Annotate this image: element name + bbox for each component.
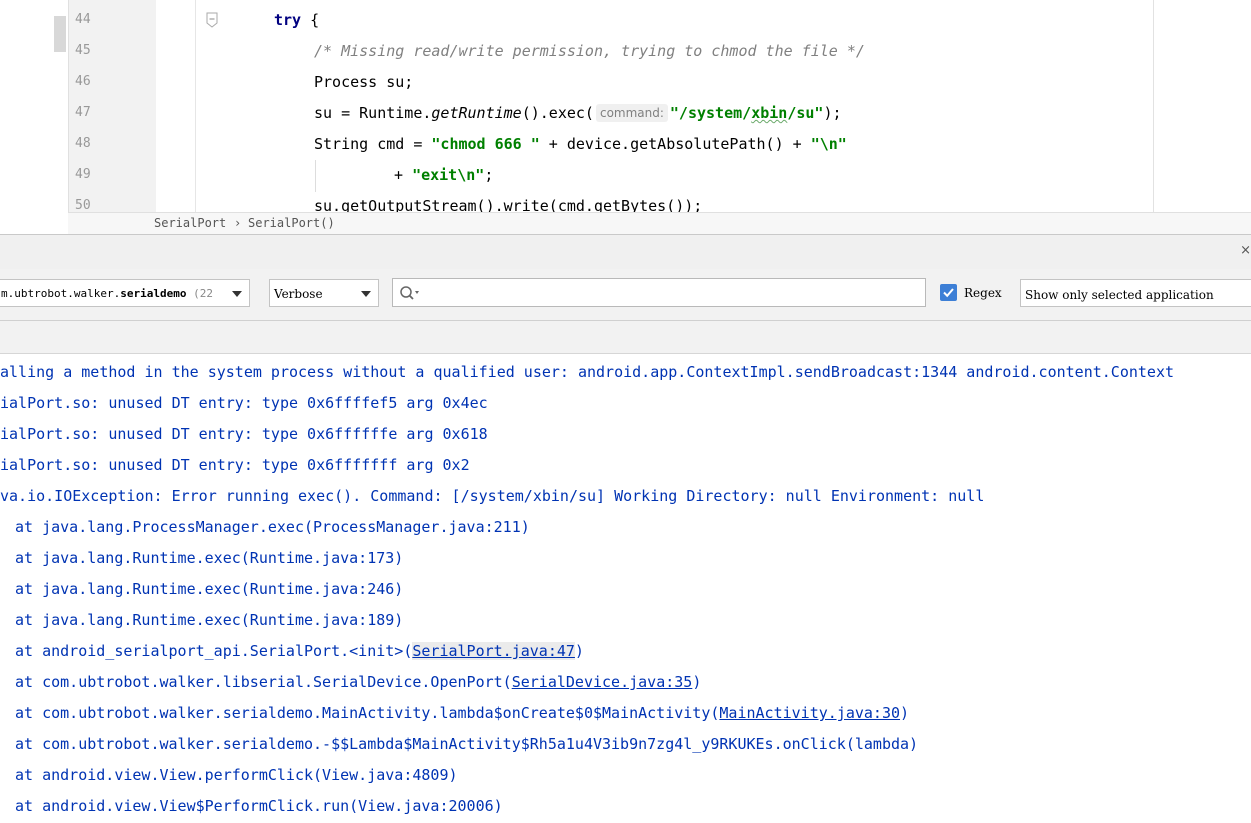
code-line-46: Process su; — [314, 73, 414, 91]
code-editor[interactable]: 44 45 46 47 48 49 50 try { /* Missing re… — [0, 0, 1251, 234]
stack-frame: at java.lang.Runtime.exec(Runtime.java:1… — [15, 611, 404, 629]
process-name: m.ubtrobot.walker.serialdemo (22 — [1, 287, 213, 300]
line-number: 46 — [75, 74, 91, 89]
stack-frame: at android.view.View$PerformClick.run(Vi… — [15, 797, 503, 815]
stack-frame: at java.lang.Runtime.exec(Runtime.java:1… — [15, 549, 404, 567]
breadcrumb: SerialPort › SerialPort() — [68, 212, 1251, 234]
log-line: ialPort.so: unused DT entry: type 0x6fff… — [0, 394, 488, 412]
line-number: 49 — [75, 167, 91, 182]
code-line-48: String cmd = "chmod 666 " + device.getAb… — [314, 135, 847, 153]
line-number: 44 — [75, 12, 91, 27]
stack-frame: at java.lang.Runtime.exec(Runtime.java:2… — [15, 580, 404, 598]
log-level-value: Verbose — [274, 287, 323, 301]
breadcrumb-class[interactable]: SerialPort — [154, 216, 226, 230]
code-line-47: su = Runtime.getRuntime().exec(command: "… — [314, 104, 842, 122]
breadcrumb-method[interactable]: SerialPort() — [248, 216, 335, 230]
code-area[interactable]: try { /* Missing read/write permission, … — [155, 0, 1155, 215]
stack-frame: at android.view.View.performClick(View.j… — [15, 766, 458, 784]
filter-selector[interactable]: Show only selected application — [1020, 279, 1251, 307]
breadcrumb-separator: › — [234, 216, 242, 230]
log-line: alling a method in the system process wi… — [0, 363, 1174, 381]
current-line-marker — [54, 16, 66, 52]
search-input[interactable] — [425, 282, 919, 304]
stack-frame: at android_serialport_api.SerialPort.<in… — [15, 642, 584, 660]
line-number-gutter[interactable]: 44 45 46 47 48 49 50 — [68, 0, 218, 213]
parameter-hint: command: — [595, 104, 668, 122]
logcat-search[interactable] — [392, 278, 926, 307]
log-line: va.io.IOException: Error running exec().… — [0, 487, 985, 505]
indent-guide — [315, 160, 316, 192]
logcat-toolbar — [0, 321, 1251, 354]
source-link[interactable]: MainActivity.java:30 — [719, 704, 900, 722]
search-icon[interactable] — [399, 285, 421, 301]
close-icon[interactable]: × — [1240, 243, 1251, 258]
regex-checkbox[interactable] — [940, 284, 957, 301]
line-number: 48 — [75, 136, 91, 151]
source-link[interactable]: SerialPort.java:47 — [412, 642, 575, 660]
logcat-output[interactable]: alling a method in the system process wi… — [0, 354, 1251, 823]
regex-label[interactable]: Regex — [964, 286, 1002, 300]
line-number: 45 — [75, 43, 91, 58]
code-line-44: try { — [274, 11, 320, 29]
right-margin-guide — [1153, 0, 1154, 212]
chevron-down-icon — [232, 291, 242, 297]
source-link[interactable]: SerialDevice.java:35 — [512, 673, 693, 691]
logcat-filter-bar: m.ubtrobot.walker.serialdemo (22 Verbose… — [0, 269, 1251, 321]
stack-frame: at com.ubtrobot.walker.libserial.SerialD… — [15, 673, 702, 691]
logcat-panel-header: × — [0, 234, 1251, 270]
log-line: ialPort.so: unused DT entry: type 0x6fff… — [0, 425, 488, 443]
code-line-49: + "exit\n"; — [394, 166, 494, 184]
editor-left-strip — [0, 0, 68, 234]
checkmark-icon — [943, 288, 954, 298]
stack-frame: at com.ubtrobot.walker.serialdemo.MainAc… — [15, 704, 910, 722]
line-number: 47 — [75, 105, 91, 120]
log-level-selector[interactable]: Verbose — [269, 279, 379, 307]
stack-frame: at com.ubtrobot.walker.serialdemo.-$$Lam… — [15, 735, 919, 753]
filter-value: Show only selected application — [1025, 288, 1214, 302]
log-line: ialPort.so: unused DT entry: type 0x6fff… — [0, 456, 470, 474]
code-line-45: /* Missing read/write permission, trying… — [314, 42, 865, 60]
stack-frame: at java.lang.ProcessManager.exec(Process… — [15, 518, 530, 536]
process-selector[interactable]: m.ubtrobot.walker.serialdemo (22 — [0, 279, 250, 307]
chevron-down-icon — [361, 291, 371, 297]
